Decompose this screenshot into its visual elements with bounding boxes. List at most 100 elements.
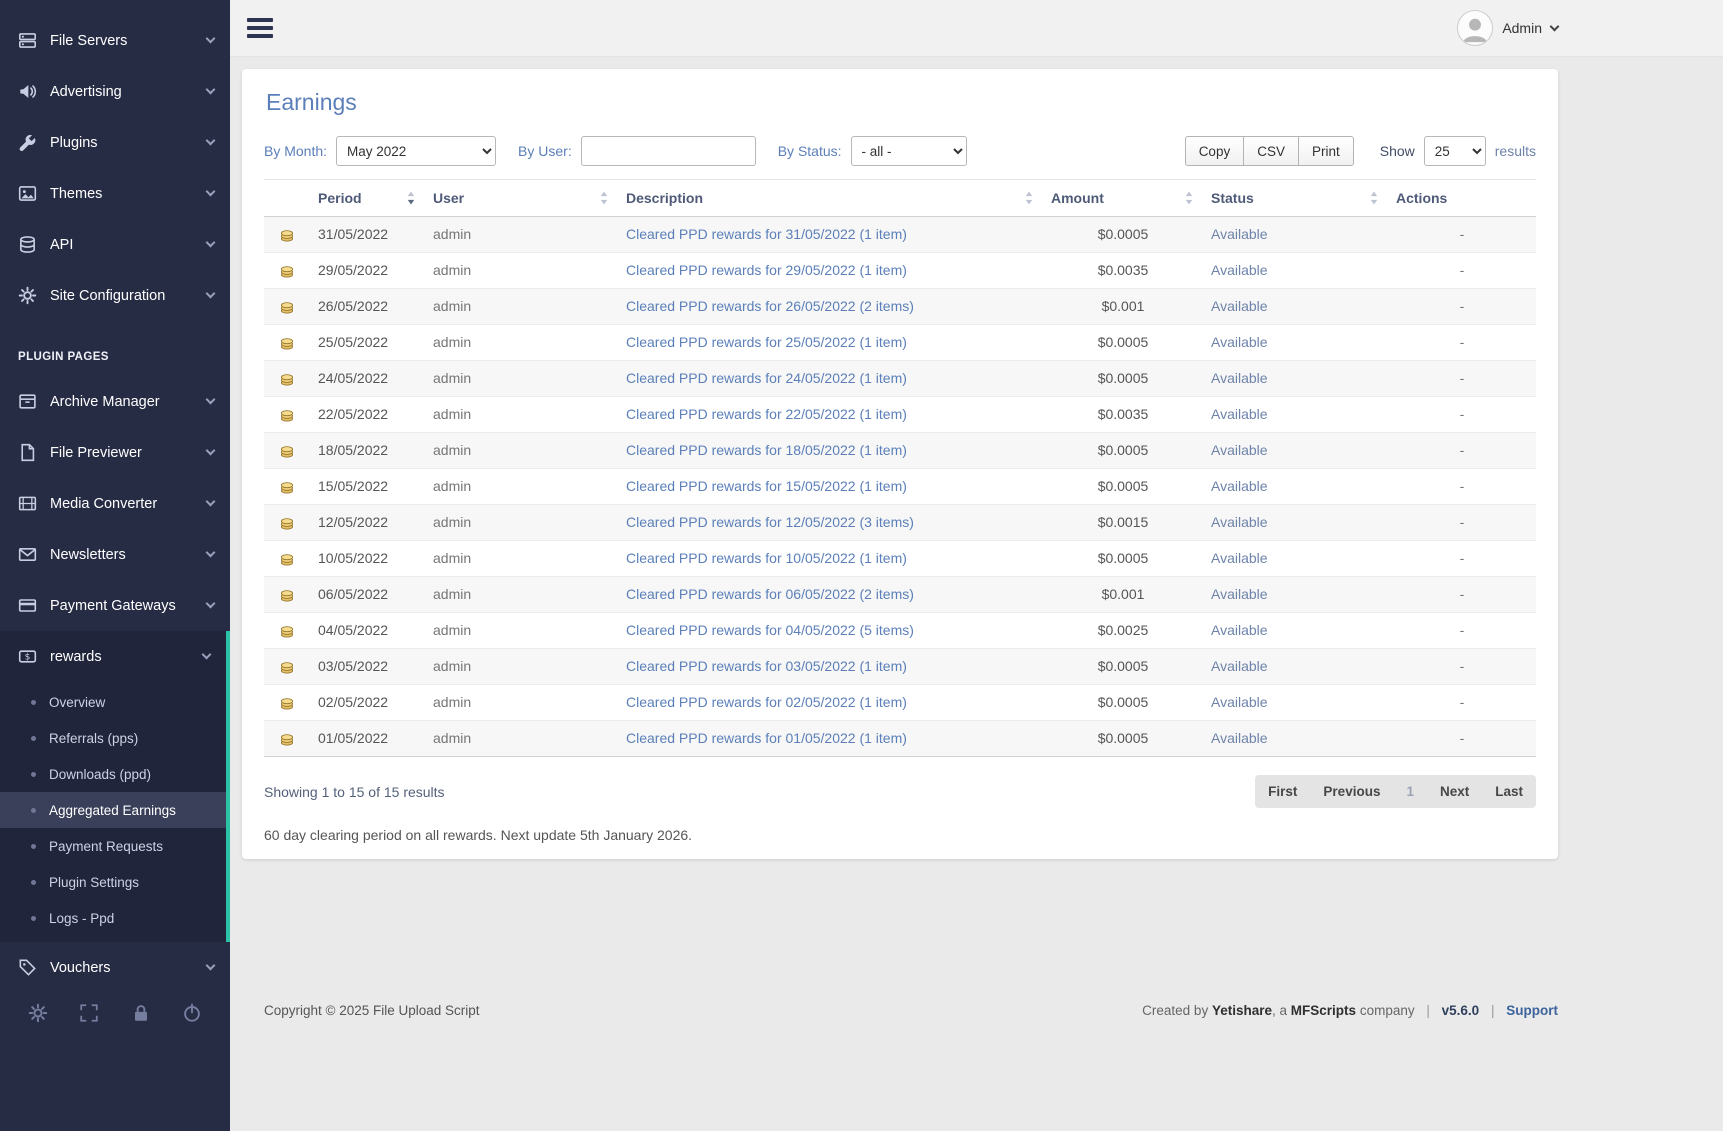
user-cell: admin [425,685,618,721]
table-row: 25/05/2022adminCleared PPD rewards for 2… [264,325,1536,361]
gear-icon[interactable] [28,1003,48,1023]
content-area: Earnings By Month: May 2022 By User: By … [230,57,1723,859]
column-header-user[interactable]: User [425,180,618,217]
actions-cell: - [1388,217,1536,253]
envelope-icon [18,545,37,564]
sidebar-item-file-servers[interactable]: File Servers [0,15,230,66]
user-cell: admin [425,613,618,649]
description-cell: Cleared PPD rewards for 02/05/2022 (1 it… [618,685,1043,721]
sidebar-subitem-downloads-ppd[interactable]: Downloads (ppd) [0,756,226,792]
sidebar-item-plugins[interactable]: Plugins [0,117,230,168]
sidebar-subitem-overview[interactable]: Overview [0,684,226,720]
money-icon [279,263,295,279]
column-header-period[interactable]: Period [310,180,425,217]
sidebar-subitem-payment-requests[interactable]: Payment Requests [0,828,226,864]
main-column: Admin Earnings By Month: May 2022 By Use… [230,0,1723,1131]
sidebar-item-site-configuration[interactable]: Site Configuration [0,270,230,321]
table-row: 26/05/2022adminCleared PPD rewards for 2… [264,289,1536,325]
row-icon-cell [264,289,310,325]
table-row: 24/05/2022adminCleared PPD rewards for 2… [264,361,1536,397]
pagination-first[interactable]: First [1255,775,1310,808]
amount-cell: $0.001 [1043,289,1203,325]
page-length-select[interactable]: 25 [1424,136,1486,166]
sort-icon [1025,192,1033,205]
pagination: First Previous 1 Next Last [1255,775,1536,808]
tag-icon [18,958,37,977]
sidebar-item-rewards[interactable]: $ rewards [0,631,226,682]
period-cell: 01/05/2022 [310,721,425,757]
chevron-down-icon [1550,21,1560,31]
table-row: 31/05/2022adminCleared PPD rewards for 3… [264,217,1536,253]
sidebar-item-media-converter[interactable]: Media Converter [0,478,230,529]
row-icon-cell [264,253,310,289]
created-by-text: Created by [1142,1003,1208,1018]
description-cell: Cleared PPD rewards for 10/05/2022 (1 it… [618,541,1043,577]
row-icon-cell [264,325,310,361]
user-filter-input[interactable] [581,136,756,166]
sidebar-item-label: rewards [50,649,203,665]
column-header-amount[interactable]: Amount [1043,180,1203,217]
sidebar-item-api[interactable]: API [0,219,230,270]
column-header-actions: Actions [1388,180,1536,217]
company-suffix-text: company [1360,1003,1415,1018]
actions-cell: - [1388,289,1536,325]
power-icon[interactable] [182,1003,202,1023]
row-icon-cell [264,577,310,613]
pagination-page-1[interactable]: 1 [1393,775,1427,808]
row-icon-cell [264,397,310,433]
support-link[interactable]: Support [1506,1003,1558,1018]
card-icon [18,596,37,615]
sidebar-item-vouchers[interactable]: Vouchers [0,942,230,993]
amount-cell: $0.0005 [1043,541,1203,577]
column-header-description[interactable]: Description [618,180,1043,217]
sidebar-subitem-referrals-pps[interactable]: Referrals (pps) [0,720,226,756]
menu-toggle-icon[interactable] [247,14,273,42]
pagination-previous[interactable]: Previous [1310,775,1393,808]
description-cell: Cleared PPD rewards for 29/05/2022 (1 it… [618,253,1043,289]
chevron-down-icon [206,289,216,299]
admin-menu[interactable]: Admin [1457,10,1558,46]
sidebar-item-archive-manager[interactable]: Archive Manager [0,376,230,427]
expand-icon[interactable] [79,1003,99,1023]
sidebar-item-label: Site Configuration [50,288,207,304]
column-header-status[interactable]: Status [1203,180,1388,217]
description-cell: Cleared PPD rewards for 12/05/2022 (3 it… [618,505,1043,541]
connector-text: , a [1272,1003,1287,1018]
amount-cell: $0.0025 [1043,613,1203,649]
sidebar-subitem-aggregated-earnings[interactable]: Aggregated Earnings [0,792,226,828]
month-filter-select[interactable]: May 2022 [336,136,496,166]
table-row: 01/05/2022adminCleared PPD rewards for 0… [264,721,1536,757]
show-label: Show [1380,143,1415,159]
file-icon [18,443,37,462]
amount-cell: $0.0005 [1043,721,1203,757]
copy-button[interactable]: Copy [1185,136,1245,166]
user-cell: admin [425,469,618,505]
description-cell: Cleared PPD rewards for 15/05/2022 (1 it… [618,469,1043,505]
actions-cell: - [1388,397,1536,433]
table-row: 15/05/2022adminCleared PPD rewards for 1… [264,469,1536,505]
sidebar-item-newsletters[interactable]: Newsletters [0,529,230,580]
status-cell: Available [1203,397,1388,433]
dollar-icon: $ [18,647,37,666]
yetishare-link[interactable]: Yetishare [1212,1003,1272,1018]
sidebar-item-label: Advertising [50,84,207,100]
pagination-last[interactable]: Last [1482,775,1536,808]
status-filter-select[interactable]: - all - [851,136,967,166]
sidebar-item-advertising[interactable]: Advertising [0,66,230,117]
column-label: Description [626,190,703,206]
pagination-next[interactable]: Next [1427,775,1482,808]
sidebar-item-label: Plugins [50,135,207,151]
sidebar-subitem-logs-ppd[interactable]: Logs - Ppd [0,900,226,936]
user-cell: admin [425,721,618,757]
sidebar-item-themes[interactable]: Themes [0,168,230,219]
sidebar-item-payment-gateways[interactable]: Payment Gateways [0,580,230,631]
sidebar-item-file-previewer[interactable]: File Previewer [0,427,230,478]
mfscripts-link[interactable]: MFScripts [1291,1003,1356,1018]
lock-icon[interactable] [131,1003,151,1023]
column-label: Actions [1396,190,1447,206]
bullet-icon [31,700,36,705]
csv-button[interactable]: CSV [1243,136,1299,166]
row-icon-cell [264,721,310,757]
print-button[interactable]: Print [1298,136,1354,166]
sidebar-subitem-plugin-settings[interactable]: Plugin Settings [0,864,226,900]
